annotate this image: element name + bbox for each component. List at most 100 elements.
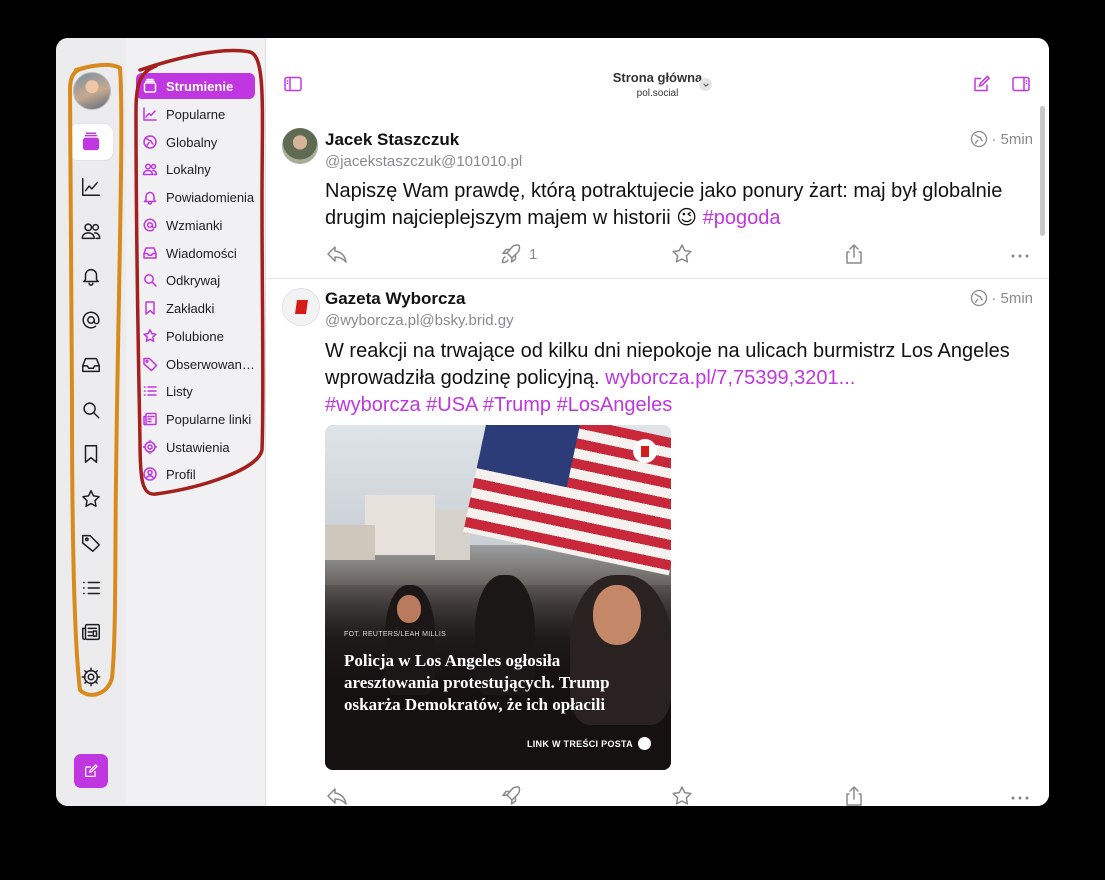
sidebar-item-popularne-linki[interactable]: Popularne linki bbox=[136, 406, 255, 432]
list-icon bbox=[142, 383, 158, 399]
sidebar-item-label: Profil bbox=[166, 466, 196, 482]
people-icon bbox=[81, 223, 101, 240]
newspaper-icon bbox=[142, 411, 158, 427]
post-time: · 5min bbox=[970, 130, 1033, 148]
sidebar-item-label: Globalny bbox=[166, 134, 218, 150]
tag-icon bbox=[82, 534, 100, 552]
rail-tags[interactable] bbox=[69, 525, 113, 561]
sidebar-item-profil[interactable]: Profil bbox=[136, 461, 255, 487]
timeline-scrollbar[interactable] bbox=[1040, 106, 1045, 236]
rocket-icon bbox=[502, 786, 521, 805]
inspector-icon bbox=[1012, 76, 1030, 92]
post-author[interactable]: Jacek Staszczuk bbox=[325, 130, 459, 150]
rail-bookmarks[interactable] bbox=[69, 436, 113, 472]
post-time-label: · 5min bbox=[991, 130, 1033, 148]
hashtag-link[interactable]: #pogoda bbox=[703, 207, 781, 229]
rail-favorites[interactable] bbox=[69, 481, 113, 517]
share-button[interactable] bbox=[842, 242, 866, 266]
profile-icon bbox=[142, 466, 158, 482]
newspaper-icon bbox=[82, 623, 100, 641]
rail-settings[interactable] bbox=[69, 659, 113, 695]
sidebar-item-label: Powiadomienia bbox=[166, 189, 255, 205]
rail-explore[interactable] bbox=[69, 392, 113, 428]
compose-post-button[interactable] bbox=[971, 74, 991, 99]
rail-local[interactable] bbox=[69, 213, 113, 249]
sidebar-item-wzmianki[interactable]: Wzmianki bbox=[136, 212, 255, 238]
star-icon bbox=[82, 490, 100, 507]
more-button[interactable] bbox=[1008, 242, 1032, 266]
sidebar-item-ustawienia[interactable]: Ustawienia bbox=[136, 434, 255, 460]
sidebar-item-obserwowane-tagi[interactable]: Obserwowane tagi bbox=[136, 351, 255, 377]
sidebar-item-wiadomosci[interactable]: Wiadomości bbox=[136, 240, 255, 266]
hashtag-links[interactable]: #wyborcza #USA #Trump #LosAngeles bbox=[325, 394, 672, 416]
sidebar-item-label: Popularne linki bbox=[166, 411, 252, 427]
search-icon bbox=[83, 402, 100, 419]
post-time-label: · 5min bbox=[991, 289, 1033, 307]
app-window: Strumienie Popularne Globalny Lokalny Po… bbox=[56, 38, 1049, 806]
rocket-icon bbox=[501, 244, 521, 264]
sidebar-item-label: Lokalny bbox=[166, 161, 211, 177]
people-icon bbox=[142, 161, 158, 177]
compose-button[interactable] bbox=[74, 754, 108, 788]
boost-button[interactable]: 1 bbox=[499, 242, 537, 266]
rail-mentions[interactable] bbox=[69, 302, 113, 338]
media-face bbox=[397, 595, 421, 623]
post-handle[interactable]: @wyborcza.pl@bsky.brid.gy bbox=[325, 312, 514, 329]
share-button[interactable] bbox=[842, 784, 866, 806]
reply-icon bbox=[327, 246, 347, 263]
post-link[interactable]: wyborcza.pl/7,75399,3201... bbox=[605, 367, 855, 389]
sidebar-item-odkrywaj[interactable]: Odkrywaj bbox=[136, 267, 255, 293]
ellipsis-icon bbox=[1011, 796, 1029, 800]
avatar[interactable] bbox=[282, 128, 318, 164]
rail-timeline[interactable] bbox=[69, 124, 113, 160]
more-button[interactable] bbox=[1008, 784, 1032, 806]
avatar[interactable] bbox=[282, 288, 320, 326]
sidebar-item-label: Popularne bbox=[166, 106, 226, 122]
rail-trending-links[interactable] bbox=[69, 614, 113, 650]
favorite-button[interactable] bbox=[670, 242, 694, 266]
post-actions bbox=[325, 784, 1035, 806]
sidebar-item-polubione[interactable]: Polubione bbox=[136, 323, 255, 349]
reply-button[interactable] bbox=[325, 784, 349, 806]
bookmark-icon bbox=[84, 445, 98, 463]
post-author[interactable]: Gazeta Wyborcza bbox=[325, 289, 465, 309]
sidebar-item-label: Ustawienia bbox=[166, 439, 230, 455]
sidebar-item-listy[interactable]: Listy bbox=[136, 378, 255, 404]
page-title[interactable]: Strona główna bbox=[266, 70, 1049, 85]
sidebar-item-label: Wzmianki bbox=[166, 217, 223, 233]
sidebar-item-strumienie[interactable]: Strumienie bbox=[136, 73, 255, 99]
gear-icon bbox=[81, 667, 101, 687]
wyborcza-logo bbox=[633, 439, 657, 463]
link-card-headline: Policja w Los Angeles ogłosiła aresztowa… bbox=[344, 651, 610, 714]
link-card-image[interactable]: FOT. REUTERS/LEAH MILLIS Policja w Los A… bbox=[325, 425, 671, 770]
sidebar-item-label: Obserwowane tagi bbox=[166, 356, 255, 372]
sidebar-item-popularne[interactable]: Popularne bbox=[136, 101, 255, 127]
compose-icon bbox=[85, 764, 98, 777]
link-card-cta-label: LINK W TREŚCI POSTA bbox=[526, 738, 633, 749]
timeline-icon bbox=[142, 78, 158, 94]
media-face bbox=[593, 585, 641, 645]
inbox-icon bbox=[142, 245, 158, 261]
favorite-button[interactable] bbox=[670, 784, 694, 806]
post-time: · 5min bbox=[970, 289, 1033, 307]
boost-button[interactable] bbox=[499, 784, 523, 806]
sidebar-item-globalny[interactable]: Globalny bbox=[136, 129, 255, 155]
timeline-picker-button[interactable] bbox=[699, 78, 712, 91]
sidebar-item-zakladki[interactable]: Zakładki bbox=[136, 295, 255, 321]
sidebar-item-powiadomienia[interactable]: Powiadomienia bbox=[136, 184, 255, 210]
star-icon bbox=[142, 328, 158, 344]
sidebar-item-lokalny[interactable]: Lokalny bbox=[136, 156, 255, 182]
toggle-inspector-button[interactable] bbox=[1011, 74, 1031, 99]
rail-messages[interactable] bbox=[69, 347, 113, 383]
photo-credit: FOT. REUTERS/LEAH MILLIS bbox=[344, 631, 447, 638]
post-text: Napiszę Wam prawdę, którą potraktujecie … bbox=[325, 180, 1003, 229]
rail-notifications[interactable] bbox=[69, 258, 113, 294]
trending-icon bbox=[142, 106, 158, 122]
reply-icon bbox=[327, 788, 347, 805]
post-handle[interactable]: @jacekstaszczuk@101010.pl bbox=[325, 153, 522, 170]
post-content: Napiszę Wam prawdę, którą potraktujecie … bbox=[325, 178, 1015, 232]
rail-lists[interactable] bbox=[69, 570, 113, 606]
rail-trending[interactable] bbox=[69, 169, 113, 205]
reply-button[interactable] bbox=[325, 242, 349, 266]
account-avatar[interactable] bbox=[73, 72, 111, 110]
